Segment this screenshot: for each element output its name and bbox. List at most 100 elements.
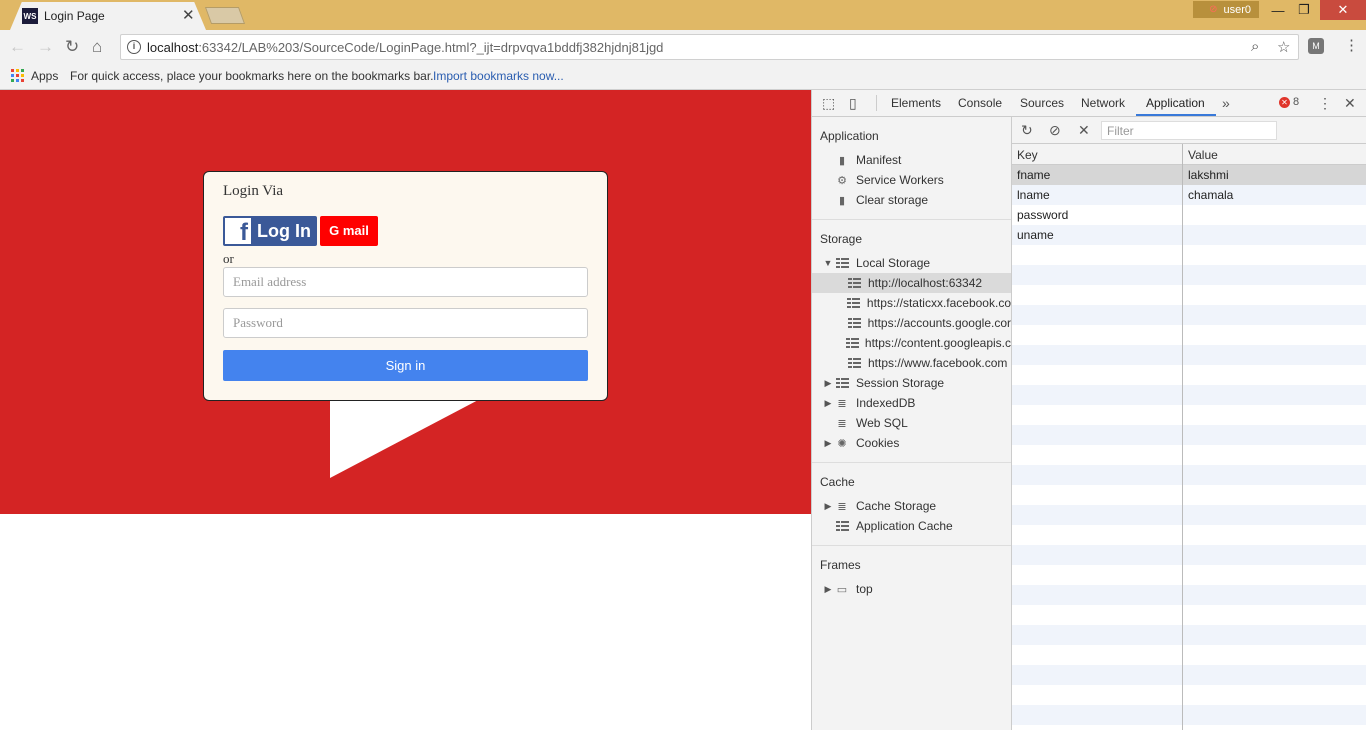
collapsed-arrow-icon[interactable]: ▶	[822, 438, 834, 449]
browser-toolbar: ← → ↻ ⌂ i localhost:63342/LAB%203/Source…	[0, 30, 1366, 64]
key-cell[interactable]: lname	[1017, 188, 1050, 202]
browser-tab[interactable]: WS Login Page ✕	[10, 2, 206, 30]
devtools-tab-bar: ⬚ ▯ Elements Console Sources Network App…	[812, 90, 1366, 117]
sidebar-item-indexeddb[interactable]: ▶ ≣ IndexedDB	[812, 393, 1011, 413]
cookie-icon: ✺	[837, 437, 847, 450]
sidebar-item-session-storage[interactable]: ▶ Session Storage	[812, 373, 1011, 393]
email-field[interactable]: Email address	[223, 267, 588, 297]
reload-icon[interactable]: ↻	[65, 37, 79, 57]
tab-elements[interactable]: Elements	[891, 96, 941, 110]
active-tab-indicator	[1136, 114, 1216, 116]
sidebar-item-origin[interactable]: http://localhost:63342	[812, 273, 1011, 293]
grid-icon	[834, 377, 850, 389]
key-cell[interactable]: uname	[1017, 228, 1054, 242]
collapsed-arrow-icon[interactable]: ▶	[822, 501, 834, 512]
empty-row	[1012, 445, 1366, 465]
tab-network[interactable]: Network	[1081, 96, 1125, 110]
sidebar-item-local-storage[interactable]: ▼ Local Storage	[812, 253, 1011, 273]
close-icon[interactable]: ✕	[182, 6, 195, 24]
sidebar-divider	[812, 545, 1011, 546]
empty-row	[1012, 285, 1366, 305]
table-row[interactable]: fname lakshmi	[1012, 165, 1366, 185]
sidebar-item-manifest[interactable]: ▮ Manifest	[812, 150, 1011, 170]
or-separator: or	[223, 251, 234, 266]
devtools-menu-icon[interactable]: ⋮	[1318, 95, 1332, 112]
forward-icon[interactable]: →	[37, 37, 54, 57]
collapsed-arrow-icon[interactable]: ▶	[822, 584, 834, 595]
import-bookmarks-link[interactable]: Import bookmarks now...	[433, 69, 564, 83]
user-profile-button[interactable]: ⊘ user0	[1193, 1, 1259, 18]
key-column-header[interactable]: Key	[1017, 148, 1038, 162]
facebook-icon: f	[225, 218, 251, 244]
table-row[interactable]: lname chamala	[1012, 185, 1366, 205]
password-field[interactable]: Password	[223, 308, 588, 338]
delete-selected-icon[interactable]: ✕	[1078, 122, 1090, 139]
tab-application[interactable]: Application	[1146, 96, 1205, 110]
error-count-badge[interactable]: ✕ 8	[1279, 96, 1299, 108]
key-cell[interactable]: password	[1017, 208, 1068, 222]
collapsed-arrow-icon[interactable]: ▶	[822, 378, 834, 389]
sidebar-item-service-workers[interactable]: ⚙ Service Workers	[812, 170, 1011, 190]
extension-icon[interactable]: M	[1308, 38, 1324, 54]
key-cell[interactable]: fname	[1017, 168, 1050, 182]
storage-table-body: fname lakshmi lname chamala password una…	[1012, 165, 1366, 725]
sidebar-item-origin[interactable]: https://www.facebook.com	[812, 353, 1011, 373]
back-icon[interactable]: ←	[9, 37, 26, 57]
sign-in-button[interactable]: Sign in	[223, 350, 588, 381]
url-text[interactable]: localhost:63342/LAB%203/SourceCode/Login…	[147, 40, 663, 55]
new-tab-button[interactable]	[204, 7, 246, 24]
empty-row	[1012, 325, 1366, 345]
empty-row	[1012, 705, 1366, 725]
frame-icon: ▭	[836, 583, 848, 596]
apps-link[interactable]: Apps	[31, 69, 58, 83]
zoom-icon[interactable]: ⌕	[1251, 38, 1259, 55]
menu-icon[interactable]: ⋮	[1344, 36, 1359, 54]
document-icon: ▮	[838, 154, 846, 167]
inspect-element-icon[interactable]: ⬚	[822, 95, 835, 112]
info-icon[interactable]: i	[127, 40, 141, 54]
collapsed-arrow-icon[interactable]: ▶	[822, 398, 834, 409]
sidebar-item-web-sql[interactable]: ≣ Web SQL	[812, 413, 1011, 433]
sidebar-item-application-cache[interactable]: Application Cache	[812, 516, 1011, 536]
home-icon[interactable]: ⌂	[92, 37, 102, 57]
address-bar[interactable]: i localhost:63342/LAB%203/SourceCode/Log…	[120, 34, 1299, 60]
value-column-header[interactable]: Value	[1188, 148, 1218, 162]
empty-row	[1012, 625, 1366, 645]
tab-console[interactable]: Console	[958, 96, 1002, 110]
more-tabs-icon[interactable]: »	[1222, 95, 1230, 111]
sidebar-divider	[812, 219, 1011, 220]
star-icon[interactable]: ☆	[1277, 38, 1290, 56]
facebook-login-button[interactable]: f Log In	[223, 216, 317, 246]
value-cell[interactable]: lakshmi	[1188, 168, 1229, 182]
sidebar-item-frame-top[interactable]: ▶ ▭ top	[812, 579, 1011, 599]
table-row[interactable]: password	[1012, 205, 1366, 225]
expanded-arrow-icon[interactable]: ▼	[822, 258, 834, 268]
empty-row	[1012, 345, 1366, 365]
close-window-button[interactable]: ✕	[1320, 0, 1366, 20]
refresh-icon[interactable]: ↻	[1021, 122, 1033, 139]
sidebar-item-cookies[interactable]: ▶ ✺ Cookies	[812, 433, 1011, 453]
toolbar-divider	[876, 95, 877, 111]
table-row[interactable]: uname	[1012, 225, 1366, 245]
gmail-login-button[interactable]: G mail	[320, 216, 378, 246]
value-cell[interactable]: chamala	[1188, 188, 1233, 202]
filter-input[interactable]: Filter	[1101, 121, 1277, 140]
empty-row	[1012, 485, 1366, 505]
grid-icon	[834, 520, 850, 532]
column-divider[interactable]	[1182, 144, 1183, 730]
device-toolbar-icon[interactable]: ▯	[849, 95, 857, 112]
apps-icon[interactable]	[11, 69, 24, 82]
sidebar-item-clear-storage[interactable]: ▮ Clear storage	[812, 190, 1011, 210]
clear-all-icon[interactable]: ⊘	[1049, 122, 1061, 139]
close-devtools-icon[interactable]: ✕	[1344, 95, 1356, 112]
sidebar-divider	[812, 462, 1011, 463]
sidebar-item-origin[interactable]: https://content.googleapis.c	[812, 333, 1011, 353]
grid-icon	[846, 357, 862, 369]
tab-sources[interactable]: Sources	[1020, 96, 1064, 110]
error-count: 8	[1293, 96, 1300, 108]
empty-row	[1012, 545, 1366, 565]
sidebar-item-origin[interactable]: https://staticxx.facebook.co	[812, 293, 1011, 313]
sidebar-item-origin[interactable]: https://accounts.google.cor	[812, 313, 1011, 333]
restore-button[interactable]: ❐	[1289, 0, 1319, 20]
sidebar-item-cache-storage[interactable]: ▶ ≣ Cache Storage	[812, 496, 1011, 516]
